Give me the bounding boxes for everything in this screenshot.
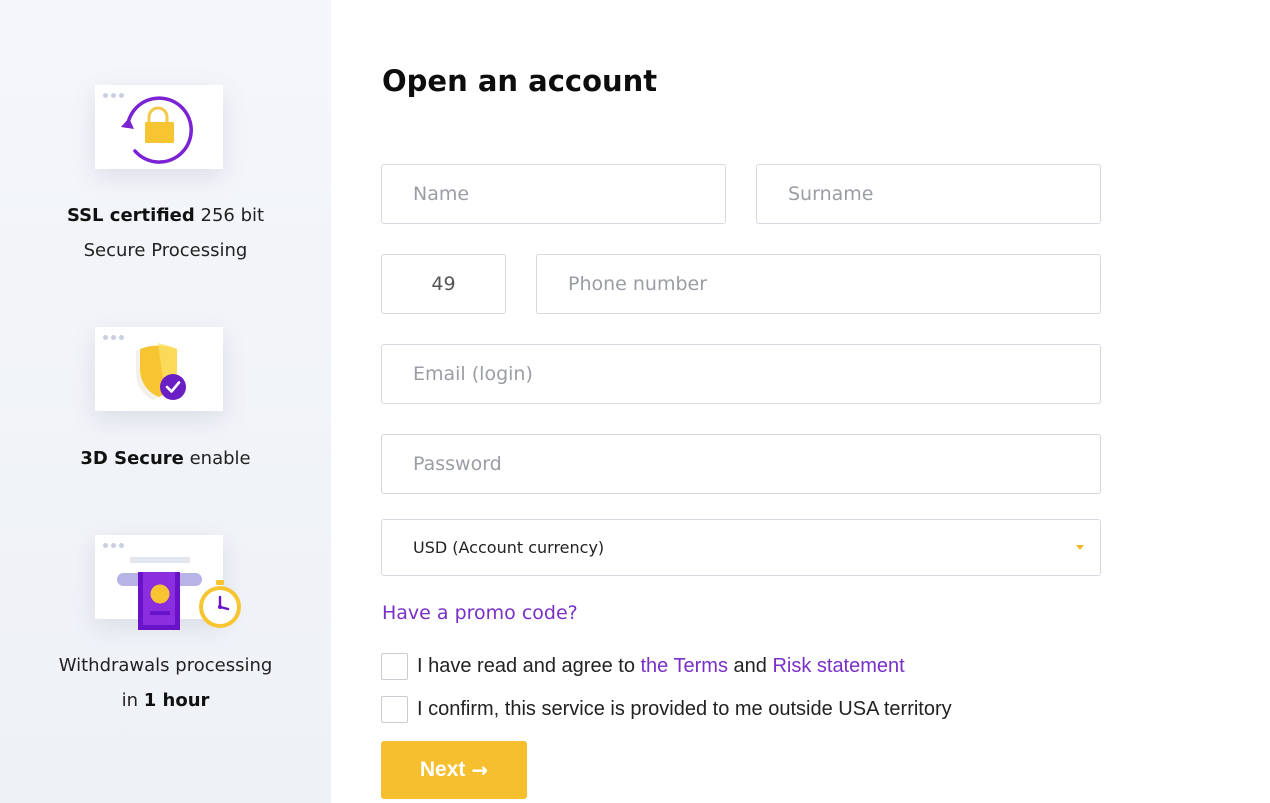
phone-number-input[interactable] [536,254,1101,314]
terms-text: I have read and agree to the Terms and R… [417,655,905,678]
security-sidebar: SSL certified 256 bit Secure Processing … [0,0,331,803]
ssl-feature-text: SSL certified 256 bit Secure Processing [0,198,331,268]
next-button-label: Next [419,758,466,781]
page-title: Open an account [382,64,658,98]
password-input[interactable] [381,434,1101,494]
terms-link[interactable]: the Terms [641,655,728,677]
terms-agreement-row: I have read and agree to the Terms and R… [381,653,905,680]
terms-checkbox[interactable] [381,653,408,680]
registration-form: Open an account USD (Account currency) H… [331,0,1270,803]
arrow-right-icon: → [471,758,489,782]
usa-confirm-text: I confirm, this service is provided to m… [417,698,952,720]
3d-secure-rest: enable [183,448,251,469]
terms-middle: and [727,655,773,677]
cash-withdrawal-stopwatch-icon [117,557,241,630]
email-input[interactable] [381,344,1101,404]
usa-confirm-checkbox[interactable] [381,696,408,723]
ssl-rest: 256 bit [194,205,265,226]
withdrawal-prefix: in [121,690,144,711]
caret-down-icon [1076,545,1084,550]
risk-statement-link[interactable]: Risk statement [772,655,904,677]
shield-check-icon [136,343,186,400]
surname-input[interactable] [756,164,1101,224]
withdrawal-line1: Withdrawals processing [58,655,273,676]
3d-secure-card [95,327,223,411]
3d-secure-feature-text: 3D Secure enable [0,441,331,476]
3d-secure-bold: 3D Secure [80,448,184,469]
currency-selected-value: USD (Account currency) [413,538,605,557]
currency-select[interactable]: USD (Account currency) [381,519,1101,576]
terms-prefix: I have read and agree to [417,655,641,677]
padlock-refresh-icon [121,96,193,164]
next-button[interactable]: Next → [381,741,527,799]
ssl-bold: SSL certified [66,205,195,226]
withdrawal-feature-text: Withdrawals processing in 1 hour [0,648,331,718]
promo-code-link[interactable]: Have a promo code? [382,602,578,624]
usa-confirm-row: I confirm, this service is provided to m… [381,696,952,723]
ssl-card [95,85,223,169]
withdrawal-bold: 1 hour [143,690,210,711]
phone-code-input[interactable] [381,254,506,314]
name-input[interactable] [381,164,726,224]
ssl-line2: Secure Processing [83,240,248,261]
